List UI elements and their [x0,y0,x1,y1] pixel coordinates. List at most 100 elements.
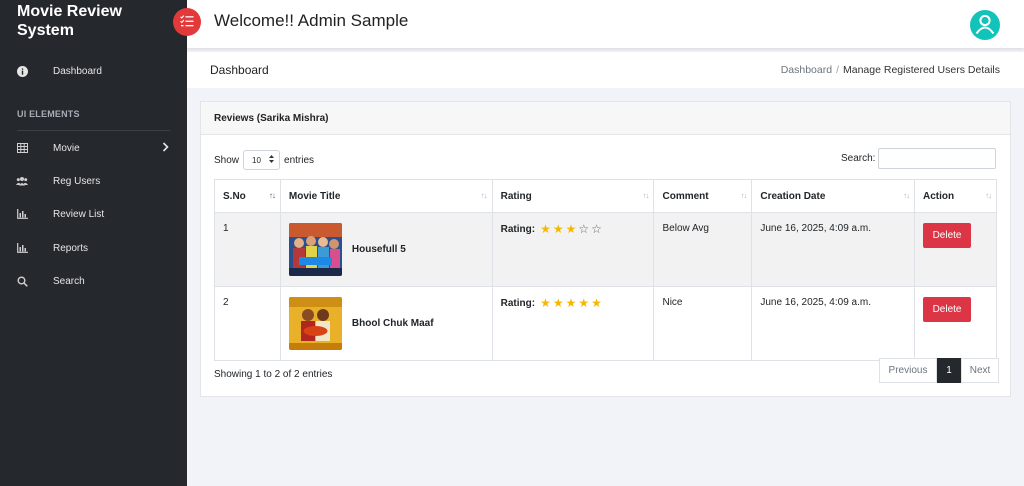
section-divider [17,130,170,131]
cell-date: June 16, 2025, 4:09 a.m. [751,212,916,287]
star-empty-icon: ☆ [578,222,590,236]
cell-rating: Rating: ★ ★ ★ ☆ ☆ [491,212,655,287]
table-icon [16,142,28,154]
brand-title: Movie Review System [17,3,122,39]
movie-cell: Bhool Chuk Maaf [288,297,484,350]
entries-length-control: Show 10 entries [214,150,314,170]
breadcrumb-current: Manage Registered Users Details [843,64,1000,76]
entries-label: entries [284,154,315,166]
breadcrumb: Dashboard / Manage Registered Users Deta… [781,64,1000,76]
sidebar-item-label: Review List [53,208,105,220]
search-input[interactable] [878,148,997,169]
sort-icon: ↑↓ [268,191,276,200]
pagination: Previous 1 Next [879,358,999,383]
column-header-label: Comment [662,190,709,202]
delete-button[interactable]: Delete [923,297,972,322]
rating-label: Rating: [500,297,536,309]
star-filled-icon: ★ [540,222,551,236]
star-filled-icon: ★ [552,296,564,310]
breadcrumb-link-dashboard[interactable]: Dashboard [781,64,832,76]
user-icon [970,9,1000,42]
star-filled-icon: ★ [578,296,590,310]
reviews-card: Reviews (Sarika Mishra) Show 10 entries … [200,101,1011,397]
rating-label: Rating: [500,223,536,235]
cell-rating: Rating: ★ ★ ★ ★ ★ [491,286,655,361]
sidebar-item-movie[interactable]: Movie [0,136,187,160]
cell-movie: Bhool Chuk Maaf [279,286,493,361]
select-arrows-icon [269,155,275,165]
sidebar: Movie Review System Dashboard UI ELEMENT… [0,0,187,486]
cell-sno: 1 [214,212,281,287]
sidebar-item-label: Search [53,275,85,287]
column-header-label: Creation Date [760,190,826,202]
search-label: Search: [841,153,876,164]
rating-stars: Rating: ★ ★ ★ ★ ★ [501,297,646,309]
chevron-right-icon [162,141,169,155]
card-header: Reviews (Sarika Mishra) [201,102,1010,135]
movie-title: Housefull 5 [351,244,406,255]
sort-icon: ↑↓ [985,191,992,200]
pagination-next[interactable]: Next [961,358,999,383]
star-filled-icon: ★ [565,222,577,236]
users-icon [16,175,28,187]
menu-toggle-button[interactable] [173,8,201,36]
entries-select[interactable]: 10 [243,150,281,170]
sidebar-item-search[interactable]: Search [0,269,187,293]
cell-comment: Below Avg [653,212,753,287]
sidebar-item-review-list[interactable]: Review List [0,202,187,226]
column-header-rating[interactable]: Rating ↑↓ [491,179,655,213]
column-header-label: S.No [223,190,246,202]
rating-stars: Rating: ★ ★ ★ ☆ ☆ [501,223,646,235]
star-filled-icon: ★ [591,296,602,310]
sort-icon: ↑↓ [642,191,649,200]
section-title: UI ELEMENTS [17,109,80,119]
search-icon [16,275,28,287]
show-label: Show [214,154,240,166]
sidebar-item-reg-users[interactable]: Reg Users [0,169,187,193]
card-title: Reviews (Sarika Mishra) [214,113,329,124]
star-empty-icon: ☆ [591,222,602,236]
welcome-title: Welcome!! Admin Sample [214,11,409,30]
cell-sno: 2 [214,286,281,361]
column-header-label: Movie Title [288,190,341,202]
top-header: Welcome!! Admin Sample [187,0,1024,48]
table-row: 2 Bhool Chuk Maaf Rating: ★ ★ ★ ★ ★ Nice… [214,286,997,361]
column-header-action[interactable]: Action ↑↓ [914,179,997,213]
sidebar-item-label: Movie [53,142,80,154]
column-header-sno[interactable]: S.No ↑↓ [214,179,281,213]
cell-action: Delete [914,286,997,361]
movie-poster-image [288,297,342,350]
column-header-movie-title[interactable]: Movie Title ↑↓ [279,179,493,213]
entries-select-value: 10 [252,155,261,165]
column-header-label: Action [923,190,955,202]
sidebar-item-dashboard[interactable]: Dashboard [0,59,187,83]
chart-icon [16,208,28,220]
column-header-creation-date[interactable]: Creation Date ↑↓ [751,179,916,213]
pagination-page-1[interactable]: 1 [937,358,961,383]
sidebar-item-label: Reg Users [53,175,101,187]
star-filled-icon: ★ [540,296,551,310]
star-filled-icon: ★ [565,296,577,310]
table-info: Showing 1 to 2 of 2 entries [214,369,333,380]
movie-poster-image [288,223,342,276]
sort-icon: ↑↓ [480,191,488,200]
sidebar-item-label: Dashboard [53,65,102,77]
sidebar-item-reports[interactable]: Reports [0,236,187,260]
chart-icon [16,242,28,254]
star-filled-icon: ★ [552,222,564,236]
page-title: Dashboard [210,63,269,77]
user-avatar-button[interactable] [970,10,1000,40]
table-search: Search: [841,148,997,169]
delete-button[interactable]: Delete [923,223,972,248]
cell-action: Delete [914,212,997,287]
sort-icon: ↑↓ [903,191,910,200]
column-header-comment[interactable]: Comment ↑↓ [653,179,753,213]
table-header-row: S.No ↑↓ Movie Title ↑↓ Rating ↑↓ Comment ↑↓ … [214,179,997,213]
cell-movie: Housefull 5 [279,212,493,287]
column-header-label: Rating [500,190,532,202]
movie-title: Bhool Chuk Maaf [351,318,434,329]
pagination-previous[interactable]: Previous [879,358,937,383]
cell-comment: Nice [653,286,753,361]
reviews-table: S.No ↑↓ Movie Title ↑↓ Rating ↑↓ Comment ↑↓ … [214,179,997,361]
list-check-icon [180,14,194,30]
